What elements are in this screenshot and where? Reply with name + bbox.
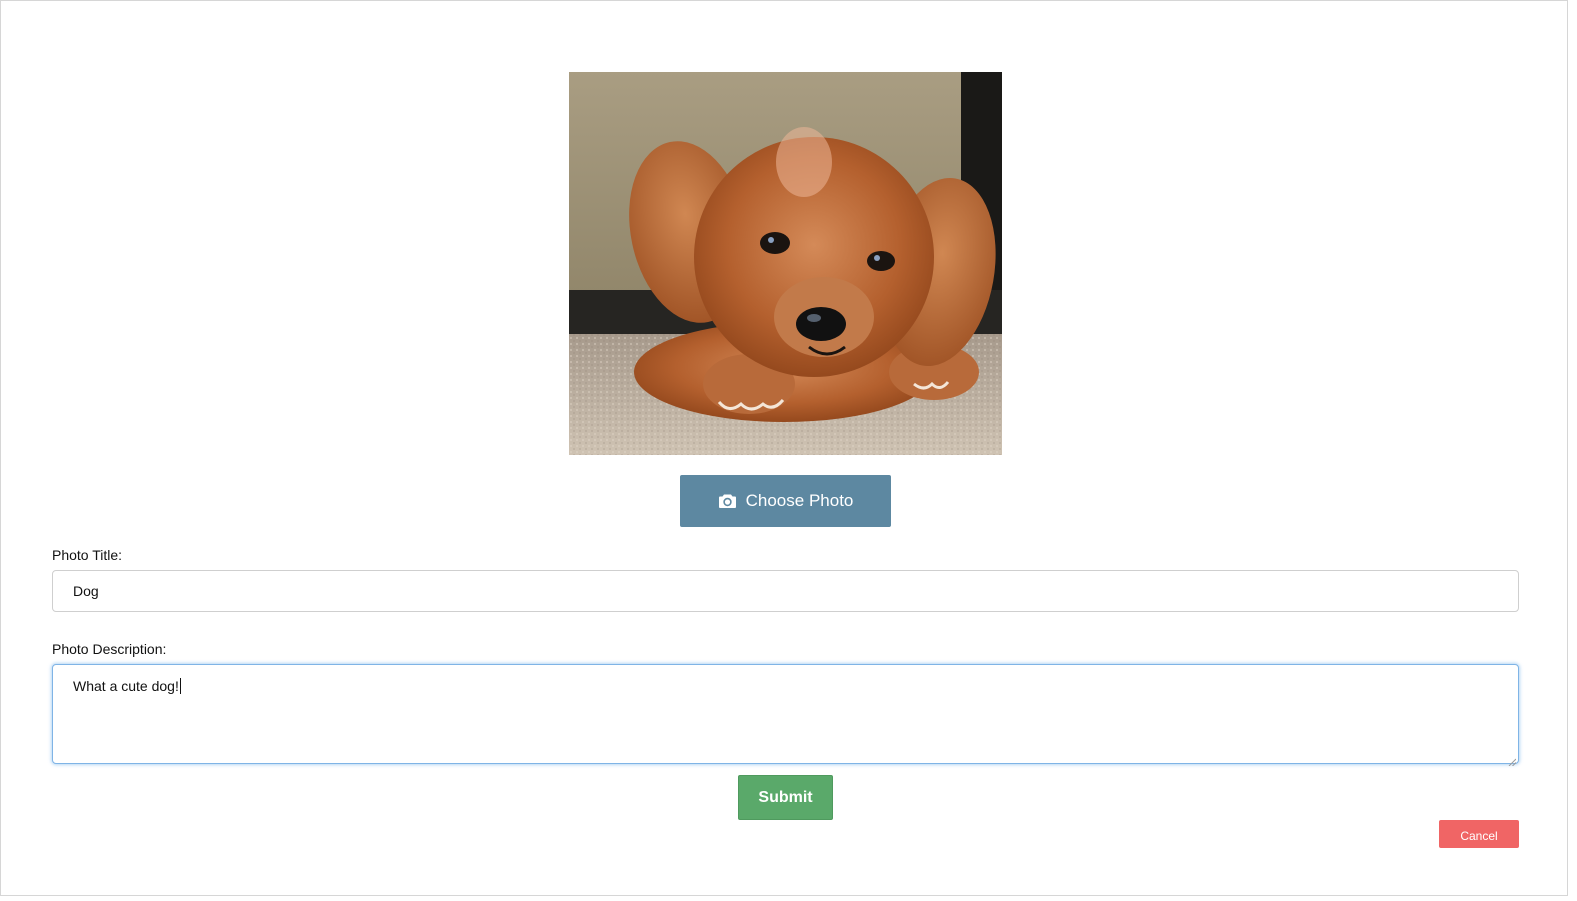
photo-description-value: What a cute dog! bbox=[73, 678, 179, 694]
choose-photo-button[interactable]: Choose Photo bbox=[680, 475, 891, 527]
photo-title-input[interactable]: Dog bbox=[52, 570, 1519, 612]
page-frame: Choose Photo Photo Title: Dog Photo Desc… bbox=[0, 0, 1568, 896]
resize-handle-icon[interactable] bbox=[1508, 753, 1517, 767]
photo-preview bbox=[569, 72, 1002, 455]
submit-button[interactable]: Submit bbox=[738, 775, 833, 820]
choose-photo-label: Choose Photo bbox=[745, 491, 854, 510]
photo-title-label: Photo Title: bbox=[52, 547, 123, 563]
photo-description-textarea[interactable]: What a cute dog! bbox=[52, 664, 1519, 767]
text-caret bbox=[179, 678, 181, 694]
photo-title-value: Dog bbox=[73, 583, 99, 599]
camera-icon bbox=[718, 493, 737, 509]
cancel-button[interactable]: Cancel bbox=[1439, 820, 1519, 848]
photo-description-label: Photo Description: bbox=[52, 641, 167, 657]
